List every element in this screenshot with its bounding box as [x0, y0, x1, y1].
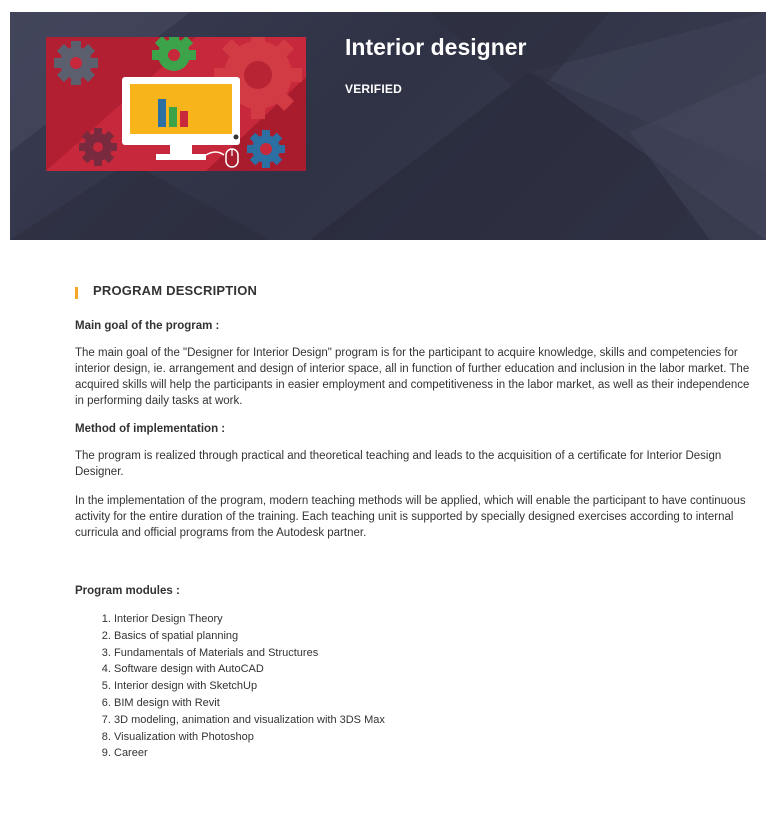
- list-item: BIM design with Revit: [114, 695, 755, 712]
- gear-icon: [79, 128, 117, 166]
- method-heading: Method of implementation :: [75, 423, 226, 435]
- program-description: PROGRAM DESCRIPTION Main goal of the pro…: [75, 283, 755, 762]
- program-thumbnail: [46, 37, 306, 171]
- method-text-1: The program is realized through practica…: [75, 450, 722, 478]
- list-item: Career: [114, 745, 755, 762]
- hero-banner: Interior designer VERIFIED: [10, 12, 766, 240]
- list-item: Fundamentals of Materials and Structures: [114, 645, 755, 662]
- section-header: PROGRAM DESCRIPTION: [75, 283, 755, 303]
- main-goal-text: The main goal of the "Designer for Inter…: [75, 347, 750, 407]
- main-goal-heading: Main goal of the program :: [75, 320, 220, 332]
- modules-heading: Program modules :: [75, 585, 180, 597]
- section-title: PROGRAM DESCRIPTION: [93, 283, 258, 298]
- list-item: Visualization with Photoshop: [114, 729, 755, 746]
- method-text-2: In the implementation of the program, mo…: [75, 495, 746, 539]
- list-item: Software design with AutoCAD: [114, 661, 755, 678]
- modules-list: Interior Design Theory Basics of spatial…: [75, 611, 755, 762]
- list-item: Interior design with SketchUp: [114, 678, 755, 695]
- verified-badge: VERIFIED: [345, 82, 402, 96]
- list-item: 3D modeling, animation and visualization…: [114, 712, 755, 729]
- gear-icon: [54, 41, 98, 85]
- list-item: Basics of spatial planning: [114, 628, 755, 645]
- list-item: Interior Design Theory: [114, 611, 755, 628]
- gear-icon: [247, 130, 285, 168]
- program-title: Interior designer: [345, 34, 527, 60]
- section-accent-bar: [75, 287, 78, 299]
